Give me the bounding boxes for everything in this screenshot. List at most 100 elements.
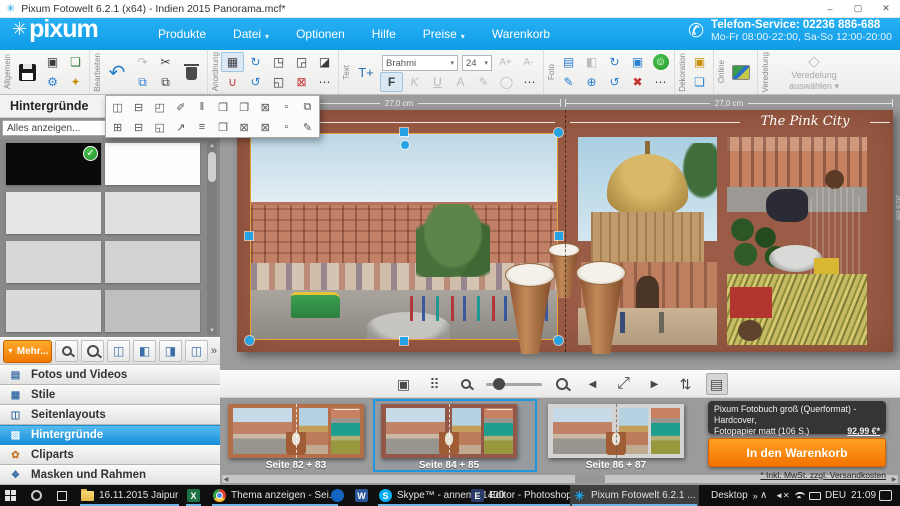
scroll-left-icon[interactable]: ◀	[222, 475, 230, 483]
add-text-button[interactable]: T+	[352, 52, 380, 92]
remove-effect-button[interactable]: ✖	[626, 72, 649, 92]
paste-button[interactable]: ⧉	[154, 72, 177, 92]
align-left-button[interactable]: ◰	[149, 97, 170, 117]
distribute-v-button[interactable]: ≡	[191, 117, 212, 137]
add-to-cart-button[interactable]: In den Warenkorb	[708, 438, 886, 467]
page-locked-button[interactable]: ▫	[276, 117, 297, 137]
tray-expand-button[interactable]: ∧	[757, 485, 770, 506]
map-button[interactable]	[727, 52, 755, 92]
background-swatch[interactable]	[6, 290, 101, 332]
font-larger-button[interactable]: A+	[494, 52, 517, 72]
add-photo-button[interactable]: ▤	[557, 52, 580, 72]
align-top-button[interactable]: ⊟	[128, 97, 149, 117]
insert-page-button[interactable]: ❐	[213, 117, 234, 137]
start-button[interactable]	[2, 485, 19, 506]
sidebar-item-stile[interactable]: ▦Stile	[0, 385, 220, 405]
rotate-left-button[interactable]: ↺	[244, 72, 267, 92]
save-button[interactable]	[13, 52, 41, 92]
page-thumbnail-86-87[interactable]	[548, 404, 684, 458]
more-anordnung-button[interactable]: ⋯	[313, 72, 336, 92]
volume-muted-icon[interactable]: ◄✕	[772, 485, 793, 506]
page-blank-button[interactable]: ▫	[276, 97, 297, 117]
assistant-button[interactable]: ✦	[64, 72, 87, 92]
taskbar-item-app[interactable]	[328, 485, 347, 506]
send-backward-button[interactable]: ◱	[267, 72, 290, 92]
sidebar-item-masken-und-rahmen[interactable]: ❖Masken und Rahmen	[0, 465, 220, 485]
edit-photo-button[interactable]: ✎	[557, 72, 580, 92]
page-thumbnail-84-85[interactable]	[381, 404, 517, 458]
zoom-slider-handle[interactable]	[493, 378, 505, 390]
add-page-before-button[interactable]: ❐	[213, 97, 234, 117]
add-person-button[interactable]: ⊕	[580, 72, 603, 92]
menu-produkte[interactable]: Produkte	[158, 27, 206, 41]
task-view-button[interactable]	[54, 485, 70, 506]
notification-center-button[interactable]	[876, 485, 895, 506]
text-style-button[interactable]: ✎	[472, 72, 495, 92]
sidebar-scrollbar[interactable]: ▲ ▼	[207, 141, 217, 335]
delete-button[interactable]	[177, 52, 205, 92]
add-page-after-button[interactable]: ❐	[234, 97, 255, 117]
bold-button[interactable]: F	[380, 72, 403, 92]
delete-right-page-button[interactable]: ⊠	[255, 117, 276, 137]
photo-frame-button[interactable]: ▣	[626, 52, 649, 72]
font-select[interactable]: Brahmi▾	[382, 55, 458, 71]
zoom-out-swatches-button[interactable]	[55, 340, 78, 362]
align-bottom-button[interactable]: ⊟	[128, 117, 149, 137]
photo-street-vendor[interactable]	[727, 137, 867, 345]
grid-view-button[interactable]: ⠿	[424, 373, 446, 395]
menu-datei[interactable]: Datei▾	[233, 27, 269, 41]
taskbar-item-chrome[interactable]: Thema anzeigen - Sei...	[210, 485, 340, 506]
more-text-button[interactable]: ⋯	[518, 72, 541, 92]
background-swatch-white[interactable]	[105, 143, 200, 185]
more-foto-button[interactable]: ⋯	[649, 72, 672, 92]
align-center-v-button[interactable]: ⊞	[107, 117, 128, 137]
clock[interactable]: 21:09	[848, 485, 879, 506]
rotate-right-button[interactable]: ↻	[244, 52, 267, 72]
format-brush-button[interactable]: ✐	[170, 97, 191, 117]
font-size-select[interactable]: 24▾	[462, 55, 492, 71]
save-as-button[interactable]: ▣	[41, 52, 64, 72]
apply-both-pages-button[interactable]: ◫	[107, 340, 130, 362]
previous-page-button[interactable]: ◀	[582, 373, 604, 395]
font-smaller-button[interactable]: A-	[517, 52, 540, 72]
align-center-h-button[interactable]: ◫	[107, 97, 128, 117]
zoom-in-swatches-button[interactable]	[81, 340, 104, 362]
background-swatch[interactable]	[105, 290, 200, 332]
search-button[interactable]	[28, 485, 45, 506]
open-button[interactable]: ❏	[64, 52, 87, 72]
page-title[interactable]: The Pink City	[742, 114, 868, 129]
remove-layer-button[interactable]: ⊠	[290, 72, 313, 92]
sidebar-item-seitenlayouts[interactable]: ◫Seitenlayouts	[0, 405, 220, 425]
magnet-button[interactable]: ∪	[221, 72, 244, 92]
copy-button[interactable]: ⧉	[131, 72, 154, 92]
maximize-button[interactable]: ▢	[844, 0, 872, 18]
veredelung-select-button[interactable]: ◇ Veredelung auswählen ▾	[771, 53, 857, 91]
page-spread[interactable]: The Pink City	[237, 110, 893, 352]
zoom-in-button[interactable]	[551, 373, 573, 395]
background-swatch[interactable]	[6, 241, 101, 283]
price-footnote-link[interactable]: * Inkl. MwSt. zzgl. Versandkosten	[708, 470, 886, 480]
apply-right-page-button[interactable]: ◨	[159, 340, 182, 362]
background-swatch[interactable]	[105, 241, 200, 283]
sidebar-item-cliparts[interactable]: ✿Cliparts	[0, 445, 220, 465]
delete-left-page-button[interactable]: ⊠	[234, 117, 255, 137]
distribute-h-button[interactable]: ‖	[191, 97, 212, 117]
photo-rotate-right-button[interactable]: ↻	[603, 52, 626, 72]
menu-hilfe[interactable]: Hilfe	[372, 27, 396, 41]
delete-page-button[interactable]: ⊠	[255, 97, 276, 117]
scroll-down-icon[interactable]: ▼	[207, 326, 217, 335]
language-indicator[interactable]: DEU	[822, 485, 849, 506]
apply-all-pages-button[interactable]: ◫	[185, 340, 208, 362]
italic-button[interactable]: K	[403, 72, 426, 92]
redo-button[interactable]: ↷	[131, 52, 154, 72]
taskbar-item-explorer[interactable]: 16.11.2015 Jaipur	[78, 485, 181, 506]
scroll-up-icon[interactable]: ▲	[207, 141, 217, 150]
scrollbar-handle[interactable]	[575, 475, 605, 483]
photo-shape-button[interactable]: ◧	[580, 52, 603, 72]
show-photos-toggle[interactable]: ▤	[706, 373, 728, 395]
deco-shapes-button[interactable]: ❏	[688, 72, 711, 92]
fit-view-button[interactable]: ⤢	[613, 373, 635, 395]
page-thumbnail-82-83[interactable]	[228, 404, 364, 458]
more-backgrounds-button[interactable]: ▼Mehr...	[3, 340, 52, 363]
text-ring-button[interactable]: ◯	[495, 72, 518, 92]
